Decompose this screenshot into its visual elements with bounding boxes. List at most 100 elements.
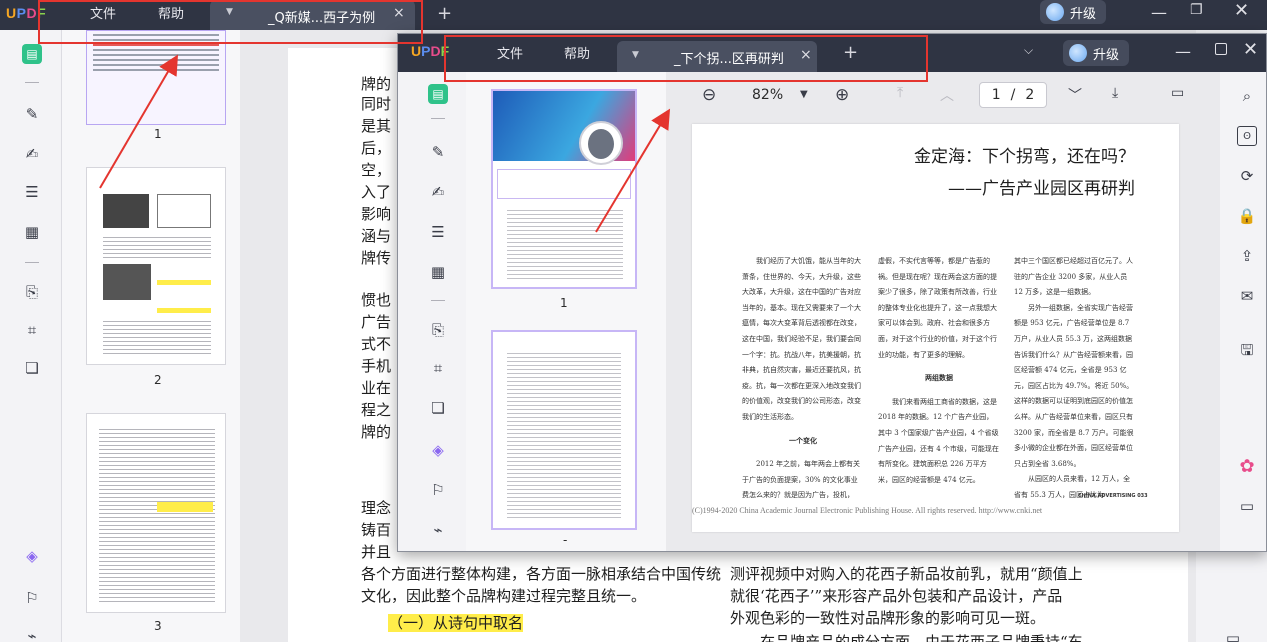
text-line: 惯也: [361, 291, 392, 309]
close-button[interactable]: ✕: [1243, 39, 1258, 60]
paragraph: 2012 年之前，每年两会上都有关于广告的负面提案，30% 的文化事业费怎么来的…: [742, 460, 861, 500]
text-column-2: 虚假，不实代言等等，都是广告惹的祸。但是现在呢？现在两会这方面的提案少了很多，除…: [878, 254, 1000, 488]
crop-icon[interactable]: ⌗: [22, 320, 42, 340]
text-line: 牌的: [361, 75, 392, 93]
text-line: 并且: [361, 543, 392, 561]
ai-assistant-icon[interactable]: ✿: [1237, 456, 1257, 477]
form-icon[interactable]: ▦: [22, 222, 42, 242]
form-icon[interactable]: ▦: [428, 262, 448, 282]
edit-text-icon[interactable]: ✍: [22, 144, 42, 164]
right-tool-sidebar: ⌕ ʘ ⟳ 🔒 ⇪ ✉ 🖫 ✿ ▭: [1228, 72, 1266, 551]
page-separator: /: [1010, 87, 1016, 103]
text-line: 各个方面进行整体构建，各方面一脉相承结合中国传统: [361, 565, 722, 583]
comment-icon[interactable]: ▭: [1223, 628, 1243, 642]
zoom-level[interactable]: 82%: [752, 87, 783, 103]
text-line: 就很‘花西子’”来形容产品外包装和产品设计，产品: [730, 587, 1063, 605]
text-line: 同时: [361, 95, 392, 113]
add-tab-button[interactable]: +: [437, 3, 452, 24]
paragraph: 虚假，不实代言等等，都是广告惹的祸。但是现在呢？现在两会这方面的提案少了很多，除…: [878, 257, 997, 359]
minimize-button[interactable]: —: [1151, 3, 1167, 22]
highlighter-icon[interactable]: ✎: [22, 104, 42, 124]
thumbnail-panel: 1 2 3: [62, 30, 240, 642]
edit-text-icon[interactable]: ✍: [428, 182, 448, 202]
crop-icon[interactable]: ⌗: [428, 358, 448, 378]
journal-mark: CHINA ADVERTISING 033: [1078, 493, 1148, 499]
thumbnail-number: 2: [154, 373, 162, 387]
left-tool-sidebar: ▤ ✎ ✍ ☰ ▦ ⎘ ⌗ ❏ ◈ ⚐ ⌁: [0, 30, 62, 642]
zoom-out-button[interactable]: ⊖: [702, 85, 716, 105]
copyright-footer: (C)1994-2020 China Academic Journal Elec…: [692, 506, 1043, 515]
paragraph: 我们来看两组工商省的数据，这是 2018 年的数据。12 个广告产业园，其中 3…: [878, 397, 999, 484]
close-button[interactable]: ✕: [1234, 0, 1249, 21]
article-title: 金定海：下个拐弯，还在吗？: [914, 147, 1135, 167]
paragraph: 其中三个国区都已经超过百亿元了。人驻的广告企业 3200 多家，从业人员 12 …: [1014, 257, 1133, 297]
page-number-input[interactable]: 1 / 2: [979, 82, 1047, 108]
reader-icon[interactable]: ▤: [428, 84, 448, 104]
reader-icon[interactable]: ▤: [22, 44, 42, 64]
attachment-icon[interactable]: ⌁: [428, 520, 448, 540]
page-thumbnail-2[interactable]: [86, 167, 226, 365]
divider: [25, 82, 39, 83]
text-line: 铸百: [361, 521, 392, 539]
thumbnail-panel: 1 -: [466, 72, 666, 551]
text-column-3: 其中三个国区都已经超过百亿元了。人驻的广告企业 3200 多家，从业人员 12 …: [1014, 254, 1136, 504]
highlighter-icon[interactable]: ✎: [428, 142, 448, 162]
comment-icon[interactable]: ▭: [1237, 496, 1257, 516]
convert-pdf-icon[interactable]: ⟳: [1237, 166, 1257, 186]
page-thumbnail-2[interactable]: [491, 330, 637, 530]
text-line: 文化，因此整个品牌构建过程完整且统一。: [361, 587, 647, 605]
maximize-button[interactable]: [1215, 43, 1227, 55]
text-line: 后，: [361, 139, 392, 157]
section-heading: 一个变化: [789, 436, 817, 445]
page-thumbnail-1[interactable]: [86, 30, 226, 125]
upgrade-label: 升级: [1070, 6, 1097, 22]
annotation-box-back-tabs: [38, 0, 423, 44]
thumbnail-number: 1: [154, 127, 162, 141]
organize-pages-icon[interactable]: ☰: [428, 222, 448, 242]
zoom-in-button[interactable]: ⊕: [835, 85, 849, 105]
convert-icon[interactable]: ⎘: [22, 282, 42, 302]
bookmark-icon[interactable]: ⚐: [22, 588, 42, 608]
previous-page-icon[interactable]: ︿: [940, 85, 954, 105]
redact-icon[interactable]: ❏: [22, 358, 42, 378]
search-icon[interactable]: ⌕: [1237, 86, 1257, 106]
redact-icon[interactable]: ❏: [428, 398, 448, 418]
thumbnail-number: 1: [560, 296, 568, 310]
first-page-icon[interactable]: ⤒: [897, 85, 903, 101]
text-line: 牌的: [361, 423, 392, 441]
minimize-button[interactable]: —: [1175, 42, 1191, 61]
layers-icon[interactable]: ◈: [22, 546, 42, 566]
text-line: 手机: [361, 357, 392, 375]
chevron-down-icon[interactable]: ⌵: [1024, 43, 1033, 58]
section-heading: 两组数据: [925, 374, 953, 383]
zoom-dropdown-icon[interactable]: ▼: [800, 89, 808, 100]
upgrade-button[interactable]: 升级: [1063, 40, 1130, 66]
page-thumbnail-3[interactable]: [86, 413, 226, 613]
text-line: 式不: [361, 335, 392, 353]
divider: [25, 262, 39, 263]
presentation-icon[interactable]: ▭: [1171, 85, 1184, 101]
layers-icon[interactable]: ◈: [428, 440, 448, 460]
ocr-icon[interactable]: ʘ: [1237, 126, 1257, 146]
upgrade-icon: [1046, 3, 1064, 21]
save-icon[interactable]: 🖫: [1237, 341, 1257, 362]
email-icon[interactable]: ✉: [1237, 286, 1257, 306]
next-page-icon[interactable]: ﹀: [1068, 85, 1082, 105]
share-icon[interactable]: ⇪: [1237, 246, 1257, 266]
document-page[interactable]: 金定海：下个拐弯，还在吗？ ——广告产业园区再研判 我们经历了大饥饿，能从当年的…: [692, 124, 1179, 532]
highlighted-text: （一）从诗句中取名: [388, 614, 524, 632]
maximize-button[interactable]: ❐: [1190, 2, 1203, 18]
protect-icon[interactable]: 🔒: [1237, 206, 1257, 226]
organize-pages-icon[interactable]: ☰: [22, 182, 42, 202]
current-page: 1: [991, 87, 1001, 103]
annotation-box-front-tabs: [444, 35, 928, 82]
page-thumbnail-1[interactable]: [491, 89, 637, 289]
text-line: 理念: [361, 499, 392, 517]
paragraph: 另外一组数据，全省实现广告经营额是 953 亿元，广告经营单位是 8.7 万户，…: [1014, 303, 1134, 468]
upgrade-button[interactable]: 升级: [1040, 0, 1107, 24]
divider: [431, 300, 445, 301]
last-page-icon[interactable]: ⤓: [1112, 85, 1118, 101]
attachment-icon[interactable]: ⌁: [22, 626, 42, 642]
bookmark-icon[interactable]: ⚐: [428, 480, 448, 500]
convert-icon[interactable]: ⎘: [428, 320, 448, 340]
